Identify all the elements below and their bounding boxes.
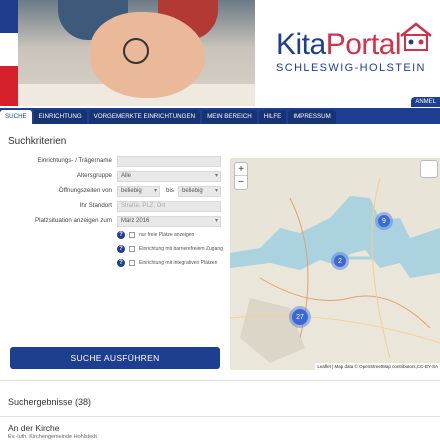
cluster-count: 9 [378,215,390,227]
page-header: KitaPortal SCHLESWIG-HOLSTEIN ANMEL [0,0,440,107]
barrier-free-label: Einrichtung mit barrierefreiem Zugang [139,246,223,252]
layers-icon[interactable] [420,160,438,178]
chevron-down-icon: ▾ [153,188,157,194]
info-icon[interactable]: ? [117,231,125,239]
tab-mein-bereich[interactable]: MEIN BEREICH [202,110,257,124]
places-date-label: Platzsituation anzeigen zum [34,217,112,224]
house-logo-icon [400,22,432,51]
age-group-label: Altersgruppe [76,172,112,179]
result-item-subtitle: Ev.-luth. Kirchengemeinde Hohlstedt [8,434,97,440]
cluster-count: 2 [334,255,346,267]
integrative-label: Einrichtung mit integrativen Plätzen [139,260,218,266]
places-date-value: März 2016 [121,218,150,224]
tab-einrichtung[interactable]: EINRICHTUNG [33,110,87,124]
results-title: Suchergebnisse (38) [8,397,92,407]
age-group-select[interactable]: Alle ▾ [117,171,221,182]
checkbox-integrative[interactable]: ? Einrichtung mit integrativen Plätzen [117,259,227,269]
hours-to-value: beliebig [182,188,203,194]
free-places-checkbox[interactable] [129,232,135,238]
opening-hours-label: Öffnungszeiten von [58,187,112,194]
chevron-down-icon: ▾ [214,188,218,194]
tab-suche[interactable]: SUCHE [0,110,32,124]
section-divider [0,380,440,381]
info-icon[interactable]: ? [117,245,125,253]
map-zoom-control: + − [234,162,248,190]
location-label: Ihr Standort [79,202,112,209]
chevron-down-icon: ▾ [214,218,218,224]
location-input[interactable]: Straße, PLZ, Ort [117,201,221,212]
hours-from-value: beliebig [121,188,142,194]
header-photo [18,0,255,106]
checkbox-barrier-free[interactable]: ? Einrichtung mit barrierefreiem Zugang [117,245,227,255]
search-submit-button[interactable]: SUCHE AUSFÜHREN [10,347,220,369]
barrier-free-checkbox[interactable] [129,246,135,252]
map-cluster-marker[interactable]: 27 [289,306,311,328]
zoom-in-button[interactable]: + [235,163,247,176]
info-icon[interactable]: ? [117,259,125,267]
results-divider [0,416,440,417]
results-map[interactable]: + − 9 2 27 Leaflet | Map data © OpenStre… [230,158,440,370]
checkbox-free-places[interactable]: ? nur freie Plätze anzeigen [117,231,227,241]
tab-impressum[interactable]: IMPRESSUM [288,110,336,124]
logo-kita-text: Kita [276,28,326,61]
state-flag [0,0,18,106]
name-input[interactable] [117,156,221,167]
result-item-title[interactable]: An der Kirche [8,423,60,433]
search-criteria-title: Suchkriterien [8,136,67,147]
free-places-label: nur freie Plätze anzeigen [139,232,195,238]
cluster-count: 27 [292,309,308,325]
zoom-out-button[interactable]: − [235,176,247,189]
main-nav: SUCHE EINRICHTUNG VORGEMERKTE EINRICHTUN… [0,108,440,124]
places-date-select[interactable]: März 2016 ▾ [117,216,221,227]
map-attribution[interactable]: Leaflet | Map data © OpenStreetMap contr… [315,363,440,370]
age-group-value: Alle [121,173,132,179]
map-cluster-marker[interactable]: 2 [331,252,349,270]
hours-from-select[interactable]: beliebig ▾ [117,186,160,197]
hours-to-select[interactable]: beliebig ▾ [178,186,221,197]
logo-portal-text: Portal [325,28,402,61]
login-button[interactable]: ANMEL [411,97,440,107]
name-label: Einrichtungs- / Trägername [37,157,112,164]
kita-portal-logo[interactable]: KitaPortal SCHLESWIG-HOLSTEIN [270,18,440,88]
tab-hilfe[interactable]: HILFE [258,110,287,124]
logo-subtitle: SCHLESWIG-HOLSTEIN [276,62,426,74]
tab-vorgemerkte-einrichtungen[interactable]: VORGEMERKTE EINRICHTUNGEN [88,110,201,124]
hours-to-label: bis [166,187,174,194]
map-cluster-marker[interactable]: 9 [375,212,393,230]
chevron-down-icon: ▾ [214,173,218,179]
integrative-checkbox[interactable] [129,260,135,266]
